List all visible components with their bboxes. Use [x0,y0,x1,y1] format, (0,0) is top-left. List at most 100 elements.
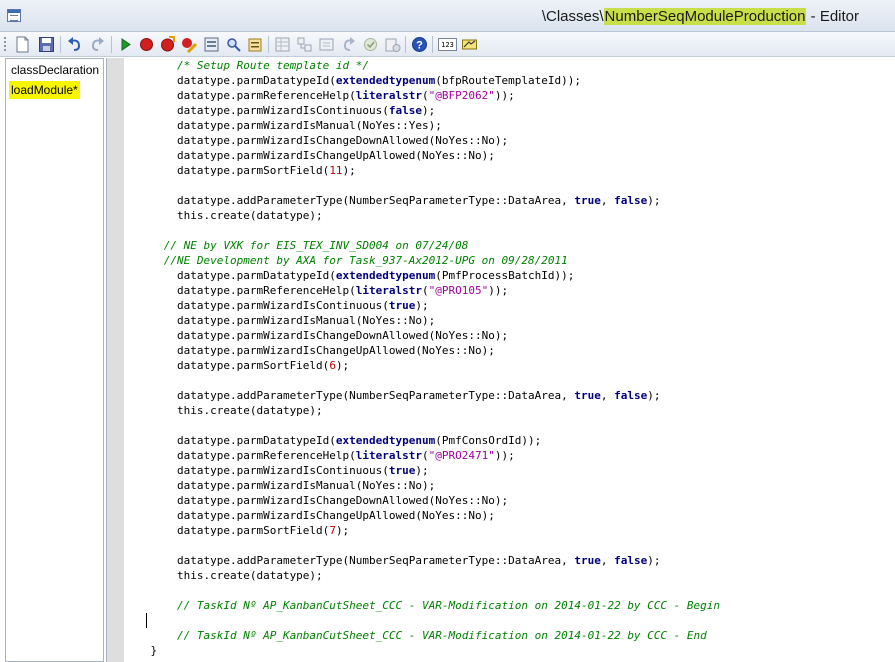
code-line[interactable]: datatype.parmSortField(7); [124,523,720,538]
code-line[interactable]: datatype.parmReferenceHelp(literalstr("@… [124,448,720,463]
code-line[interactable]: datatype.parmWizardIsChangeUpAllowed(NoY… [124,343,720,358]
toolbar-grip[interactable] [4,37,6,52]
labels-icon[interactable] [362,36,379,53]
code-line[interactable]: datatype.parmDatatypeId(extendedtypenum(… [124,73,720,88]
save-icon[interactable] [38,36,55,53]
code-line[interactable]: datatype.parmWizardIsContinuous(false); [124,103,720,118]
code-line[interactable]: datatype.parmWizardIsChangeUpAllowed(NoY… [124,148,720,163]
toolbar-separator [60,36,61,53]
breakpoint-icon[interactable] [138,36,155,53]
code-line[interactable]: datatype.parmWizardIsChangeDownAllowed(N… [124,133,720,148]
code-token: datatype.parmDatatypeId( [124,74,336,87]
code-token: datatype.parmWizardIsChangeDownAllowed(N… [124,134,509,147]
code-token: true [388,464,416,477]
code-token: , [600,389,615,402]
code-line[interactable]: datatype.parmWizardIsManual(NoYes::No); [124,478,720,493]
code-token: true [574,554,601,567]
title-suffix: - Editor [806,8,859,25]
code-line[interactable] [124,223,720,238]
code-line[interactable]: datatype.parmSortField(6); [124,358,720,373]
help-icon[interactable]: ? [411,36,428,53]
lookup-icon[interactable] [225,36,242,53]
code-line[interactable] [124,538,720,553]
code-token: datatype.parmWizardIsManual(NoYes::No); [124,314,436,327]
editor-toolbar: ? 123 [0,32,895,57]
title-class-name: NumberSeqModuleProduction [603,8,807,25]
code-token: ( [422,449,429,462]
code-token: datatype.parmWizardIsChangeUpAllowed(NoY… [124,509,495,522]
code-token: 6 [329,359,336,372]
method-item-class-declaration[interactable]: classDeclaration [9,61,101,79]
code-line[interactable]: datatype.parmWizardIsManual(NoYes::No); [124,313,720,328]
redo-icon[interactable] [89,36,106,53]
code-token: // TaskId Nº AP_KanbanCutSheet_CCC - VAR… [124,629,707,642]
code-line[interactable] [124,613,720,628]
list-types-icon[interactable] [318,36,335,53]
code-token: ); [342,164,356,177]
code-line[interactable]: datatype.parmWizardIsContinuous(true); [124,298,720,313]
code-line[interactable] [124,583,720,598]
code-line[interactable]: this.create(datatype); [124,568,720,583]
code-line[interactable]: // TaskId Nº AP_KanbanCutSheet_CCC - VAR… [124,628,720,643]
code-line[interactable]: /* Setup Route template id */ [124,58,720,73]
text-caret [146,613,147,628]
code-line[interactable]: // TaskId Nº AP_KanbanCutSheet_CCC - VAR… [124,598,720,613]
code-line[interactable]: datatype.parmWizardIsManual(NoYes::Yes); [124,118,720,133]
code-token: datatype.parmWizardIsChangeDownAllowed(N… [124,494,509,507]
code-line[interactable]: datatype.addParameterType(NumberSeqParam… [124,193,720,208]
code-line[interactable]: datatype.parmReferenceHelp(literalstr("@… [124,88,720,103]
toggle-breakpoint-icon[interactable] [159,36,176,53]
code-line[interactable]: datatype.addParameterType(NumberSeqParam… [124,553,720,568]
code-token: datatype.addParameterType(NumberSeqParam… [124,554,575,567]
code-line[interactable]: // NE by VXK for EIS_TEX_INV_SD004 on 07… [124,238,720,253]
line-number-icon[interactable]: 123 [438,38,457,51]
code-line[interactable] [124,178,720,193]
code-token: , [600,554,615,567]
scripts-icon[interactable] [384,36,401,53]
list-classes-icon[interactable] [296,36,313,53]
code-line[interactable]: datatype.parmReferenceHelp(literalstr("@… [124,283,720,298]
properties-icon[interactable] [247,36,264,53]
code-token: ( [422,89,429,102]
new-icon[interactable] [14,36,31,53]
code-token: datatype.parmWizardIsContinuous( [124,104,389,117]
code-line[interactable]: datatype.parmWizardIsContinuous(true); [124,463,720,478]
code-line[interactable]: datatype.parmWizardIsChangeDownAllowed(N… [124,328,720,343]
code-line[interactable]: datatype.addParameterType(NumberSeqParam… [124,388,720,403]
toolbar-separator [432,36,433,53]
code-line[interactable] [124,373,720,388]
method-list: classDeclaration loadModule* [5,58,104,662]
settings-icon[interactable] [461,36,478,53]
code-line[interactable]: datatype.parmDatatypeId(extendedtypenum(… [124,268,720,283]
code-token: )); [488,284,509,297]
list-tables-icon[interactable] [274,36,291,53]
code-line[interactable]: datatype.parmDatatypeId(extendedtypenum(… [124,433,720,448]
code-token: ); [415,464,429,477]
list-enums-icon[interactable] [340,36,357,53]
code-text[interactable]: /* Setup Route template id */ datatype.p… [124,58,720,658]
code-token: "@PRO105" [428,284,489,297]
code-token: ); [647,389,661,402]
code-token: "@BFP2062" [428,89,495,102]
code-line[interactable] [124,418,720,433]
code-line[interactable]: this.create(datatype); [124,403,720,418]
code-token: datatype.parmWizardIsChangeDownAllowed(N… [124,329,509,342]
code-line[interactable]: //NE Development by AXA for Task_937-Ax2… [124,253,720,268]
run-icon[interactable] [117,36,134,53]
code-token: ); [422,104,436,117]
code-token: false [614,194,648,207]
code-line[interactable]: this.create(datatype); [124,208,720,223]
code-token: )); [494,449,515,462]
undo-icon[interactable] [66,36,83,53]
code-line[interactable]: datatype.parmWizardIsChangeDownAllowed(N… [124,493,720,508]
method-item-load-module[interactable]: loadModule* [9,81,80,99]
app-window-icon[interactable] [7,9,21,22]
toolbar-separator [268,36,269,53]
code-token: (PmfConsOrdId)); [435,434,542,447]
compile-icon[interactable] [203,36,220,53]
code-line[interactable]: } [124,643,720,658]
code-line[interactable]: datatype.parmWizardIsChangeUpAllowed(NoY… [124,508,720,523]
code-token: datatype.parmWizardIsManual(NoYes::Yes); [124,119,442,132]
code-line[interactable]: datatype.parmSortField(11); [124,163,720,178]
remove-breakpoints-icon[interactable] [180,36,197,53]
